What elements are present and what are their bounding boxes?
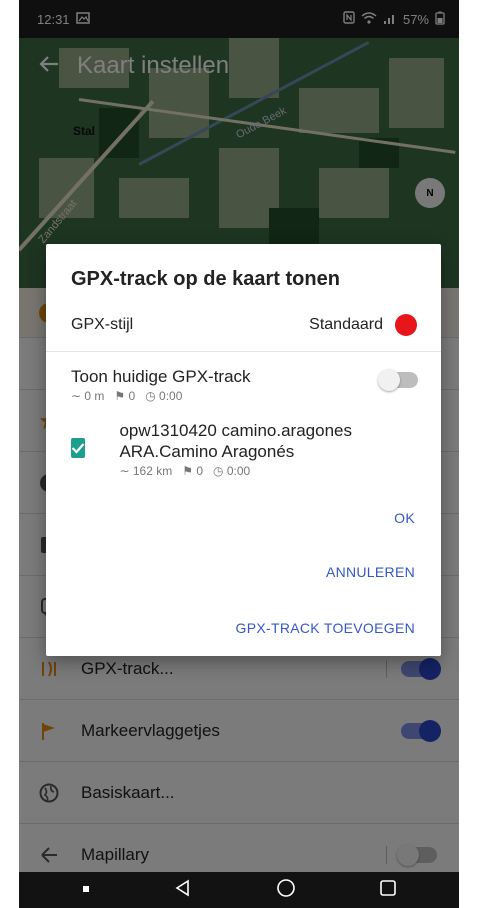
gpx-style-value: Standaard: [309, 316, 383, 333]
clock-icon: ◷: [213, 464, 224, 478]
home-circle-icon[interactable]: [276, 878, 296, 903]
track-stats: ∼ 162 km ⚑ 0 ◷ 0:00: [119, 464, 417, 478]
ok-button[interactable]: OK: [394, 510, 415, 526]
dialog-title: GPX-track op de kaart tonen: [71, 268, 340, 290]
cancel-button[interactable]: ANNULEREN: [326, 564, 415, 580]
track-duration: 0:00: [226, 464, 251, 478]
track-checkbox[interactable]: [71, 438, 86, 458]
gpx-style-label: GPX-stijl: [71, 316, 134, 333]
recents-square-icon[interactable]: [379, 879, 397, 902]
current-track-toggle[interactable]: [378, 369, 418, 391]
current-track-row[interactable]: Toon huidige GPX-track ∼ 0 m ⚑ 0 ◷ 0:00: [71, 366, 418, 403]
back-triangle-icon[interactable]: [174, 879, 192, 902]
clock-icon: ◷: [145, 389, 156, 403]
track-waypoints: 0: [196, 464, 204, 478]
navigation-bar: [19, 872, 459, 908]
current-track-stats: ∼ 0 m ⚑ 0 ◷ 0:00: [71, 389, 417, 403]
menu-dot-icon[interactable]: [81, 881, 91, 899]
waypoint-flag-icon: ⚑: [182, 464, 193, 478]
distance-icon: ∼: [71, 389, 82, 403]
gpx-dialog: GPX-track op de kaart tonen GPX-stijl St…: [46, 244, 441, 656]
style-color-dot: [395, 314, 417, 336]
track-name: opw1310420 camino.aragones ARA.Camino Ar…: [119, 421, 352, 461]
phone-screen: 12:31 57%: [19, 0, 459, 908]
waypoint-flag-icon: ⚑: [114, 389, 126, 403]
distance-icon: ∼: [119, 464, 130, 478]
track-distance: 162 km: [132, 464, 173, 478]
current-track-name: Toon huidige GPX-track: [71, 367, 251, 386]
gpx-style-row[interactable]: GPX-stijl Standaard: [71, 310, 417, 340]
current-track-duration: 0:00: [159, 389, 183, 403]
track-row[interactable]: opw1310420 camino.aragones ARA.Camino Ar…: [71, 420, 417, 478]
current-track-waypoints: 0: [128, 389, 136, 403]
dialog-divider: [46, 351, 441, 352]
checkmark-icon: [71, 443, 85, 454]
current-track-distance: 0 m: [84, 389, 105, 403]
add-gpx-track-button[interactable]: GPX-TRACK TOEVOEGEN: [236, 620, 415, 636]
